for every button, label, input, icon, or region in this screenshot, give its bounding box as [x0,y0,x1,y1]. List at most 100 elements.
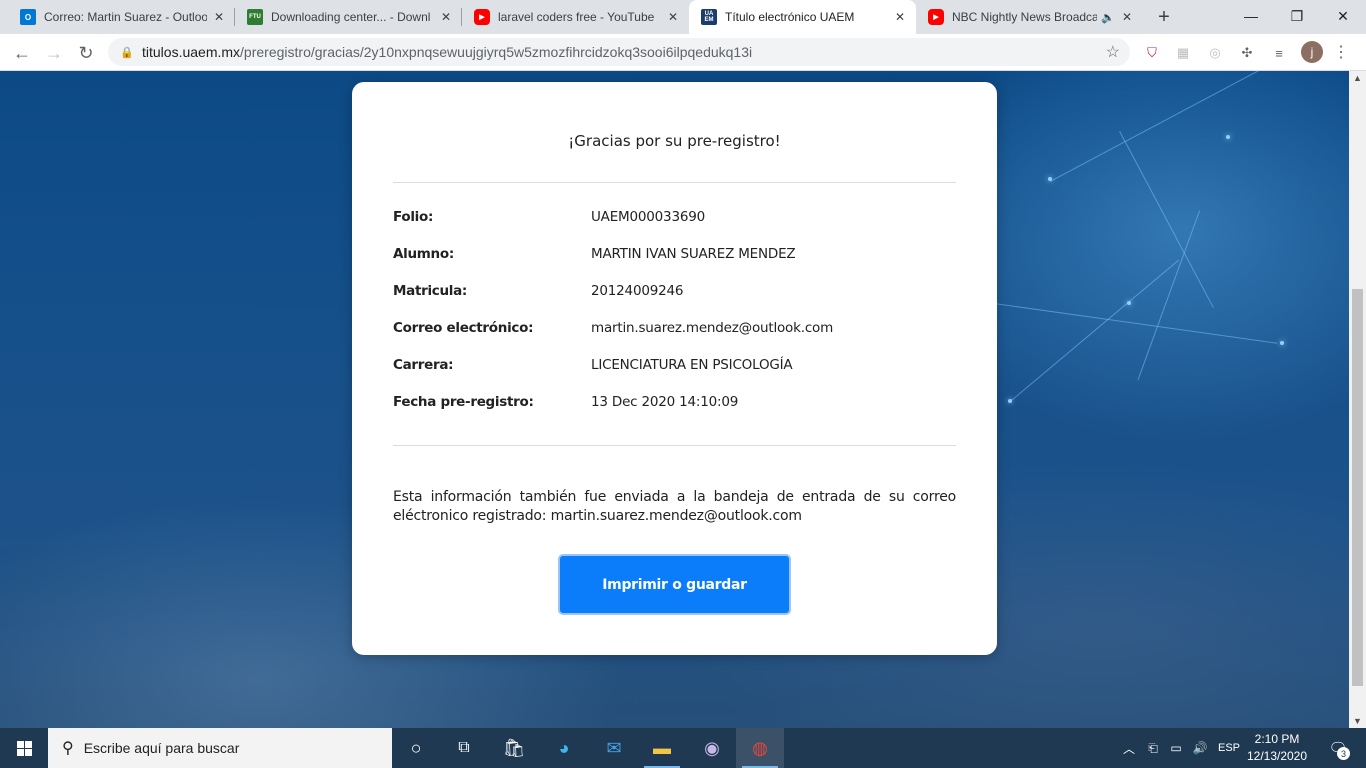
taskbar: ⚲ Escribe aquí para buscar ○ ⧉ 🛍 ◕ ✉ ▬ ◉… [0,728,1366,768]
bookmark-star-icon[interactable]: ☆ [1106,42,1120,62]
maximize-button[interactable]: ❐ [1274,0,1320,32]
url-host: titulos.uaem.mx [142,44,241,60]
search-icon: ⚲ [62,740,74,757]
url-path: /preregistro/gracias/2y10nxpnqsewuujgiyr… [240,44,753,60]
youtube-icon: ▶ [928,9,944,25]
kebab-menu-icon[interactable]: ⋮ [1330,41,1352,63]
network-line [1050,71,1281,182]
network-node [1280,341,1284,345]
field-row-correo: Correo electrónico: martin.suarez.mendez… [393,320,956,340]
windows-logo-icon [16,740,32,756]
network-line [1010,259,1180,402]
language-indicator[interactable]: ESP [1214,728,1244,768]
lock-icon[interactable]: 🔒 [120,46,136,59]
field-value: UAEM000033690 [591,209,705,225]
mail-icon[interactable]: ✉ [590,728,638,768]
field-value: MARTIN IVAN SUAREZ MENDEZ [591,246,796,262]
file-explorer-icon[interactable]: ▬ [638,728,686,768]
field-value: 13 Dec 2020 14:10:09 [591,394,739,410]
extension-circle-icon[interactable]: ◎ [1205,43,1225,63]
tab-downloading-center[interactable]: FTU Downloading center... - Downl ✕ [235,0,462,34]
close-icon[interactable]: ✕ [438,9,454,25]
tab-title: Correo: Martin Suarez - Outlook [44,10,207,24]
browser-toolbar: ← → ↻ 🔒 titulos.uaem.mx/preregistro/grac… [0,34,1366,71]
media-queue-icon[interactable]: ≡ [1269,43,1289,63]
close-window-button[interactable]: ✕ [1320,0,1366,32]
puzzle-icon[interactable]: ✣ [1237,43,1257,63]
minimize-button[interactable]: — [1228,0,1274,32]
taskbar-search-box[interactable]: ⚲ Escribe aquí para buscar [48,728,392,768]
tab-title: Título electrónico UAEM [725,10,855,24]
print-or-save-button[interactable]: Imprimir o guardar [558,554,791,615]
field-label: Correo electrónico: [393,320,534,336]
scroll-down-icon[interactable]: ▼ [1353,716,1362,726]
avatar[interactable]: j [1301,41,1323,63]
new-tab-button[interactable]: + [1152,5,1176,29]
clock-date: 12/13/2020 [1246,749,1308,763]
notification-count-badge: 3 [1337,747,1350,760]
email-notice-text: Esta información también fue enviada a l… [393,489,956,524]
page-viewport: ¡Gracias por su pre-registro! Folio: UAE… [0,71,1349,728]
tab-title: Downloading center... - Downl [271,10,431,24]
search-placeholder: Escribe aquí para buscar [83,740,240,756]
close-icon[interactable]: ✕ [892,9,908,25]
notification-center-icon[interactable]: 🗨 3 [1320,728,1356,768]
back-arrow-icon[interactable]: ← [8,39,36,67]
ftu-icon: FTU [247,9,263,25]
chrome-icon[interactable]: ◍ [736,728,784,768]
scroll-up-icon[interactable]: ▲ [1353,73,1362,83]
network-node [1226,135,1230,139]
field-value: martin.suarez.mendez@outlook.com [591,320,834,336]
network-node [1008,399,1012,403]
scrollbar[interactable]: ▲ ▼ [1349,71,1366,728]
network-line [1119,131,1214,309]
field-value: LICENCIATURA EN PSICOLOGÍA [591,357,793,373]
field-label: Matricula: [393,283,468,299]
tab-title: laravel coders free - YouTube [498,10,655,24]
speaker-icon[interactable]: 🔈 [1101,11,1115,24]
network-line [1137,210,1200,381]
cortana-icon[interactable]: ○ [392,728,440,768]
divider [393,445,956,446]
extension-shield-icon[interactable]: ⛉ [1142,43,1162,63]
start-button[interactable] [0,728,48,768]
store-icon[interactable]: 🛍 [490,728,538,768]
chevron-up-icon[interactable]: ︿ [1120,728,1138,768]
field-label: Folio: [393,209,434,225]
address-bar[interactable]: 🔒 titulos.uaem.mx/preregistro/gracias/2y… [108,38,1130,66]
tab-nbc-news[interactable]: ▶ NBC Nightly News Broadca 🔈 ✕ [916,0,1143,34]
network-node [1048,177,1052,181]
page-title: ¡Gracias por su pre-registro! [568,132,781,150]
volume-icon[interactable]: 🔊 [1189,728,1211,768]
close-icon[interactable]: ✕ [665,9,681,25]
close-icon[interactable]: ✕ [1119,9,1135,25]
field-label: Fecha pre-registro: [393,394,534,410]
task-view-icon[interactable]: ⧉ [440,728,488,768]
field-row-fecha: Fecha pre-registro: 13 Dec 2020 14:10:09 [393,394,956,414]
field-row-folio: Folio: UAEM000033690 [393,209,956,229]
tab-title: NBC Nightly News Broadca [952,10,1098,24]
network-line [979,301,1278,344]
tab-titulo-uaem[interactable]: UA EM Título electrónico UAEM ✕ [689,0,916,34]
field-value: 20124009246 [591,283,684,299]
reload-icon[interactable]: ↻ [72,39,100,67]
uaem-icon: UA EM [701,9,717,25]
battery-icon[interactable]: ▭ [1166,728,1186,768]
tab-outlook[interactable]: O Correo: Martin Suarez - Outlook ✕ [8,0,235,34]
app-swirl-icon[interactable]: ◉ [688,728,736,768]
divider [393,182,956,183]
clock-time: 2:10 PM [1254,732,1300,746]
extension-grid-icon[interactable]: ▦ [1173,43,1193,63]
device-icon[interactable]: ⎗ [1143,728,1163,768]
clock[interactable]: 2:10 PM 12/13/2020 [1244,731,1310,765]
outlook-icon: O [20,9,36,25]
edge-icon[interactable]: ◕ [540,728,588,768]
confirmation-card: ¡Gracias por su pre-registro! Folio: UAE… [352,82,997,655]
forward-arrow-icon[interactable]: → [40,39,68,67]
field-label: Carrera: [393,357,454,373]
scrollbar-thumb[interactable] [1352,289,1363,686]
tab-youtube-laravel[interactable]: ▶ laravel coders free - YouTube ✕ [462,0,689,34]
tab-strip: O Correo: Martin Suarez - Outlook ✕ FTU … [0,0,1366,34]
close-icon[interactable]: ✕ [211,9,227,25]
youtube-icon: ▶ [474,9,490,25]
